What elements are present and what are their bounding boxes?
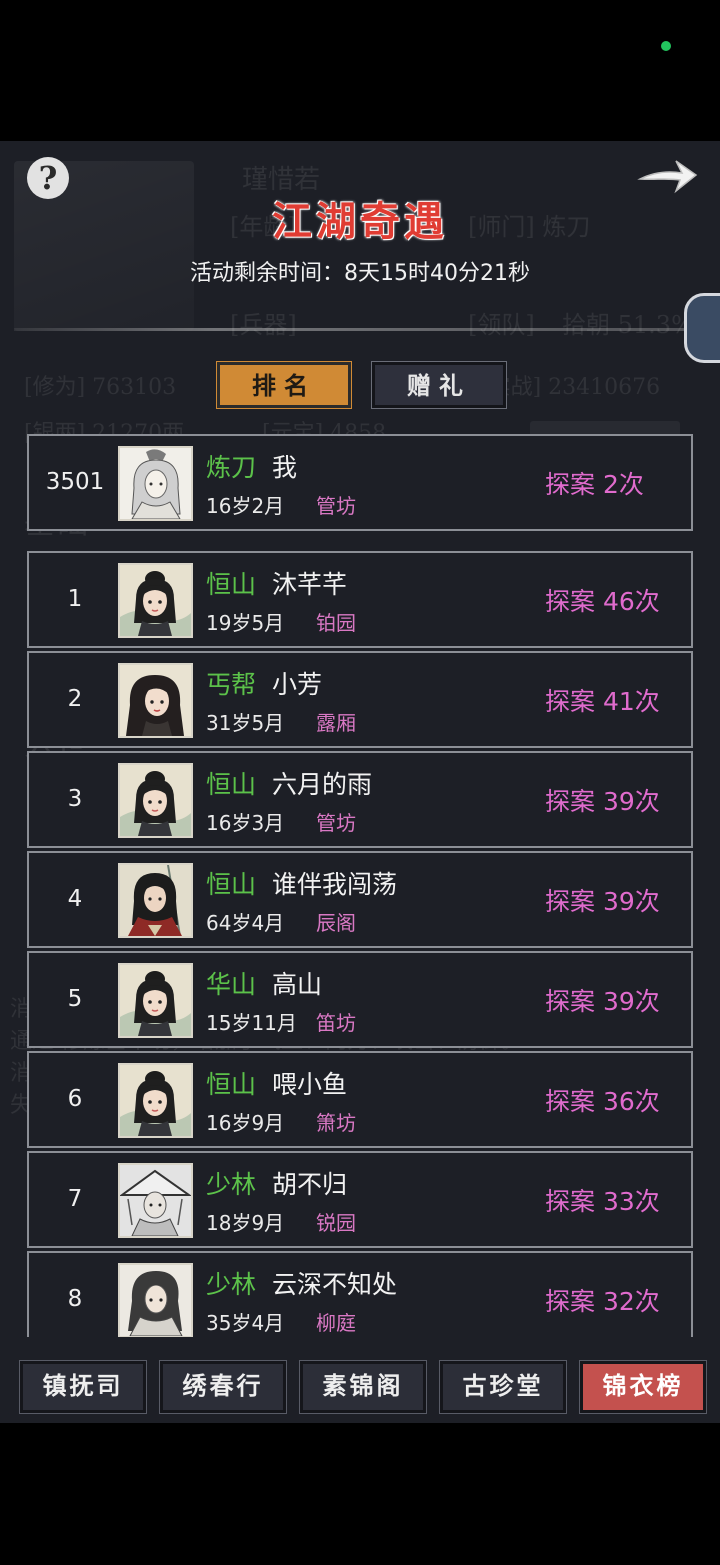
player-age: 64岁4月 <box>206 911 285 935</box>
player-age: 31岁5月 <box>206 711 285 735</box>
sect-name: 恒山 <box>206 770 257 799</box>
player-residence: 箫坊 <box>316 1111 356 1135</box>
explore-count: 探案 39次 <box>545 987 660 1016</box>
sect-name: 炼刀 <box>206 453 257 482</box>
explore-count: 探案 46次 <box>545 587 660 616</box>
ranking-row[interactable]: 6 恒山 喂小鱼 16岁9月 箫坊 探案 36次 <box>27 1051 693 1148</box>
player-age: 16岁9月 <box>206 1111 285 1135</box>
my-rank-row[interactable]: 3501 炼刀 我 16岁2月 管坊 探案 2次 <box>27 434 693 531</box>
game-screen: 瑾惜若 [年龄] [师门] 炼刀 [兵器] [领队] 拾朝 51.3% [修为]… <box>0 141 720 1423</box>
sect-name: 少林 <box>206 1170 257 1199</box>
avatar <box>118 1163 193 1238</box>
player-residence: 笛坊 <box>316 1011 356 1035</box>
explore-count: 探案 33次 <box>545 1187 660 1216</box>
bg-divider <box>14 328 684 331</box>
bg-leader-value: 拾朝 51.3% <box>562 311 694 339</box>
explore-count: 探案 39次 <box>545 787 660 816</box>
rank-number: 7 <box>67 1186 83 1212</box>
explore-count: 探案 39次 <box>545 887 660 916</box>
avatar <box>118 663 193 738</box>
nav-guzhentang[interactable]: 古珍堂 <box>440 1361 566 1413</box>
player-name: 喂小鱼 <box>272 1070 348 1099</box>
side-panel-handle[interactable] <box>684 293 720 363</box>
nav-sujinge[interactable]: 素锦阁 <box>300 1361 426 1413</box>
bg-cultivation: [修为] 763103 <box>24 375 177 400</box>
status-indicator-dot <box>661 41 671 51</box>
nav-xiuchunxing[interactable]: 绣春行 <box>160 1361 286 1413</box>
avatar <box>118 1263 193 1337</box>
player-age: 18岁9月 <box>206 1211 285 1235</box>
player-residence: 辰阁 <box>316 911 356 935</box>
bg-leader: [领队] <box>468 311 535 339</box>
sect-name: 华山 <box>206 970 257 999</box>
rank-number: 4 <box>67 886 83 912</box>
tab-gift[interactable]: 赠礼 <box>372 362 506 408</box>
sect-name: 恒山 <box>206 1070 257 1099</box>
player-name: 小芳 <box>272 670 323 699</box>
player-age: 16岁2月 <box>206 494 285 518</box>
ranking-row[interactable]: 3 恒山 六月的雨 16岁3月 管坊 探案 39次 <box>27 751 693 848</box>
ranking-row[interactable]: 4 恒山 谁伴我闯荡 64岁4月 辰阁 探案 39次 <box>27 851 693 948</box>
player-name: 我 <box>272 453 298 482</box>
avatar <box>118 563 193 638</box>
sect-name: 恒山 <box>206 870 257 899</box>
event-timer: 活动剩余时间：8天15时40分21秒 <box>190 261 530 286</box>
sect-name: 丐帮 <box>206 670 257 699</box>
player-name: 云深不知处 <box>272 1270 398 1299</box>
rank-number: 3 <box>67 786 83 812</box>
bg-weapon: [兵器] <box>230 311 297 339</box>
player-name: 六月的雨 <box>272 770 373 799</box>
ranking-row[interactable]: 7 少林 胡不归 18岁9月 锐园 探案 33次 <box>27 1151 693 1248</box>
explore-count: 探案 32次 <box>545 1287 660 1316</box>
rank-number: 5 <box>67 986 83 1012</box>
player-residence: 管坊 <box>316 494 356 518</box>
player-age: 35岁4月 <box>206 1311 285 1335</box>
event-title: 江湖奇遇 <box>272 198 448 245</box>
player-residence: 铂园 <box>316 611 356 635</box>
avatar <box>118 863 193 938</box>
sect-name: 少林 <box>206 1270 257 1299</box>
ranking-row[interactable]: 2 丐帮 小芳 31岁5月 露厢 探案 41次 <box>27 651 693 748</box>
rank-number: 8 <box>67 1286 83 1312</box>
ranking-row[interactable]: 8 少林 云深不知处 35岁4月 柳庭 探案 32次 <box>27 1251 693 1337</box>
tab-ranking[interactable]: 排名 <box>217 362 351 408</box>
explore-count: 探案 36次 <box>545 1087 660 1116</box>
ranking-row[interactable]: 1 恒山 沐芊芊 19岁5月 铂园 探案 46次 <box>27 551 693 648</box>
player-name: 谁伴我闯荡 <box>272 870 398 899</box>
player-name: 胡不归 <box>272 1170 348 1199</box>
sect-name: 恒山 <box>206 570 257 599</box>
player-residence: 露厢 <box>316 711 356 735</box>
avatar <box>118 1063 193 1138</box>
rank-number: 3501 <box>45 469 105 495</box>
player-residence: 管坊 <box>316 811 356 835</box>
ranking-list[interactable]: 1 恒山 沐芊芊 19岁5月 铂园 探案 46次 2 丐帮 小芳 31岁5月 露… <box>0 551 720 1337</box>
player-age: 16岁3月 <box>206 811 285 835</box>
explore-count: 探案 41次 <box>545 687 660 716</box>
player-residence: 锐园 <box>316 1211 356 1235</box>
nav-jinyibang[interactable]: 锦衣榜 <box>580 1361 706 1413</box>
rank-number: 6 <box>67 1086 83 1112</box>
player-age: 15岁11月 <box>206 1011 297 1035</box>
player-age: 19岁5月 <box>206 611 285 635</box>
avatar <box>118 763 193 838</box>
player-name: 沐芊芊 <box>272 570 348 599</box>
rank-number: 1 <box>67 586 83 612</box>
explore-count: 探案 2次 <box>545 470 644 499</box>
avatar <box>118 446 193 521</box>
player-residence: 柳庭 <box>316 1311 356 1335</box>
player-name: 高山 <box>272 970 323 999</box>
nav-zhenfusi[interactable]: 镇抚司 <box>20 1361 146 1413</box>
bg-combat: [实战] 23410676 <box>480 375 661 400</box>
rank-number: 2 <box>67 686 83 712</box>
avatar <box>118 963 193 1038</box>
ranking-row[interactable]: 5 华山 高山 15岁11月 笛坊 探案 39次 <box>27 951 693 1048</box>
